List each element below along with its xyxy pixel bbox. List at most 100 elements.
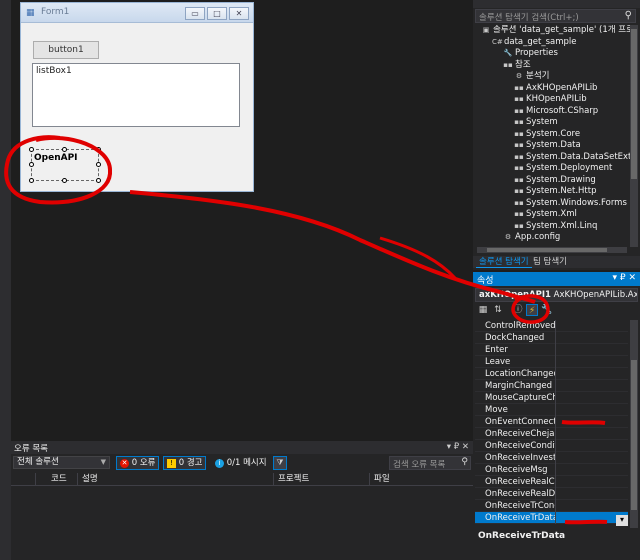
scrollbar-thumb[interactable] [631, 360, 637, 510]
tab-team-explorer[interactable]: 팀 탐색기 [530, 256, 570, 268]
property-divider [555, 344, 556, 356]
listbox1-control[interactable]: listBox1 [32, 63, 240, 127]
tree-item[interactable]: ▪▪ System.Data [475, 140, 631, 152]
column-header[interactable] [35, 473, 47, 485]
resize-handle[interactable] [96, 178, 101, 183]
solution-explorer-toolbar[interactable] [473, 0, 640, 8]
property-row[interactable]: OnReceiveMsg [475, 464, 628, 476]
property-pages-icon[interactable]: 🔧 [541, 304, 553, 316]
property-divider [555, 392, 556, 404]
pin-close-icon[interactable]: ▾ ₽ ✕ [612, 273, 636, 283]
property-row[interactable]: Enter [475, 344, 628, 356]
properties-object-selector[interactable]: axKHOpenAPI1 AxKHOpenAPILib.AxKHOpe [475, 288, 638, 302]
tree-item[interactable]: ▪▪ AxKHOpenAPILib [475, 83, 631, 95]
property-row[interactable]: ControlRemoved [475, 320, 628, 332]
properties-grid[interactable]: ControlRemoved DockChanged Enter Leave Locat… [475, 320, 628, 528]
pin-close-icon[interactable]: ▾ ₽ ✕ [447, 442, 469, 452]
form1-window[interactable]: ▦ Form1 ▭ □ ✕ button1 listBox1 OpenAPI [20, 2, 254, 192]
property-row[interactable]: OnReceiveRealCondition [475, 476, 628, 488]
error-search-input[interactable]: 검색 오류 목록 ⚲ [389, 456, 471, 470]
property-divider [555, 332, 556, 344]
property-row[interactable]: Move [475, 404, 628, 416]
button1-control[interactable]: button1 [33, 41, 99, 59]
tree-item[interactable]: ▪▪ System.Deployment [475, 163, 631, 175]
tree-item[interactable]: ▪▪ System.Core [475, 129, 631, 141]
tree-item[interactable]: ▪▪ System.Xml [475, 209, 631, 221]
resize-handle[interactable] [62, 178, 67, 183]
properties-view-icon[interactable]: ⓘ [512, 304, 524, 316]
form-icon: ▦ [26, 8, 35, 18]
form1-titlebar[interactable]: ▦ Form1 ▭ □ ✕ [21, 3, 253, 23]
resize-handle[interactable] [29, 147, 34, 152]
events-lightning-icon[interactable]: ⚡ [526, 304, 538, 316]
resize-handle[interactable] [29, 178, 34, 183]
tree-item[interactable]: ▪▪ KHOpenAPILib [475, 94, 631, 106]
tree-item[interactable]: 🔧 Properties [475, 48, 631, 60]
solution-tree[interactable]: ▣솔루션 'data_get_sample' (1개 프로젝트)C#data_g… [475, 25, 631, 247]
tree-item[interactable]: ⚙ App.config [475, 232, 631, 244]
property-row[interactable]: OnReceiveInvestRealData [475, 452, 628, 464]
close-button[interactable]: ✕ [229, 7, 249, 20]
search-icon[interactable]: ⚲ [625, 10, 632, 21]
build-filter-icon[interactable]: ⧩ [273, 456, 287, 470]
property-row[interactable]: MarginChanged [475, 380, 628, 392]
scrollbar-thumb[interactable] [631, 29, 637, 179]
tree-item[interactable]: ▪▪ System [475, 117, 631, 129]
tree-item[interactable]: ▪▪ System.Windows.Forms [475, 198, 631, 210]
minimize-button[interactable]: ▭ [185, 7, 205, 20]
resize-handle[interactable] [29, 162, 34, 167]
property-row[interactable]: OnReceiveChejanData [475, 428, 628, 440]
openapi-control[interactable]: OpenAPI [31, 149, 99, 181]
solution-horizontal-scrollbar[interactable] [477, 247, 627, 253]
column-header-description[interactable]: 설명 [77, 473, 273, 485]
property-name: OnReceiveConditionVer [485, 441, 555, 451]
tree-item[interactable]: C#data_get_sample [475, 37, 631, 49]
messages-filter-button[interactable]: i 0/1 메시지 [211, 456, 271, 470]
tree-item-label: System.Core [526, 128, 581, 139]
property-row[interactable]: DockChanged [475, 332, 628, 344]
property-row[interactable]: OnEventConnect [475, 416, 628, 428]
tree-item[interactable]: ▪▪ Microsoft.CSharp [475, 106, 631, 118]
solution-vertical-scrollbar[interactable] [630, 25, 638, 247]
tree-item[interactable]: ▣솔루션 'data_get_sample' (1개 프로젝트) [475, 25, 631, 37]
column-header-code[interactable]: 코드 [47, 473, 77, 485]
search-icon[interactable]: ⚲ [461, 457, 468, 467]
tree-item-label: data_get_sample [504, 36, 577, 47]
property-row[interactable]: Leave [475, 356, 628, 368]
property-row[interactable]: OnReceiveConditionVer [475, 440, 628, 452]
tree-item-label: System.Windows.Forms [526, 197, 627, 208]
resize-handle[interactable] [96, 147, 101, 152]
chevron-down-icon[interactable]: ▾ [616, 515, 628, 526]
scrollbar-thumb[interactable] [487, 248, 607, 252]
property-name: ControlRemoved [485, 321, 555, 331]
column-header-file[interactable]: 파일 [369, 473, 469, 485]
tree-item[interactable]: ⚙ 분석기 [475, 71, 631, 83]
error-scope-dropdown[interactable]: 전체 솔루션 ▼ [13, 456, 110, 469]
tab-solution-explorer[interactable]: 솔루션 탐색기 [476, 256, 532, 268]
resize-handle[interactable] [62, 147, 67, 152]
properties-vertical-scrollbar[interactable] [630, 320, 638, 528]
property-row[interactable]: OnReceiveRealData [475, 488, 628, 500]
tree-item-label: 참조 [515, 59, 531, 70]
tree-item[interactable]: ▪▪ System.Net.Http [475, 186, 631, 198]
maximize-button[interactable]: □ [207, 7, 227, 20]
tree-item-label: Properties [515, 48, 558, 58]
property-name: Move [485, 405, 508, 415]
property-divider [555, 356, 556, 368]
solution-search-input[interactable]: 솔루션 탐색기 검색(Ctrl+;) ⚲ [475, 9, 636, 23]
categorized-icon[interactable]: ▦ [477, 304, 489, 316]
alphabetical-icon[interactable]: ⇅ [492, 304, 504, 316]
property-row[interactable]: MouseCaptureChanged [475, 392, 628, 404]
property-row[interactable]: LocationChanged [475, 368, 628, 380]
tree-item[interactable]: ▪▪ 참조 [475, 60, 631, 72]
column-header-project[interactable]: 프로젝트 [273, 473, 369, 485]
tree-item-label: Microsoft.CSharp [526, 105, 599, 116]
resize-handle[interactable] [96, 162, 101, 167]
warnings-filter-button[interactable]: ! 0 경고 [163, 456, 207, 470]
tree-item[interactable]: ▪▪System.Data.DataSetExtensions [475, 152, 631, 164]
tree-item[interactable]: ▪▪ System.Drawing [475, 175, 631, 187]
property-row[interactable]: OnReceiveTrCondition [475, 500, 628, 512]
errors-filter-button[interactable]: ✕ 0 오류 [116, 456, 160, 470]
property-row[interactable]: OnReceiveTrData [475, 512, 628, 524]
tree-item[interactable]: ▪▪ System.Xml.Linq [475, 221, 631, 233]
